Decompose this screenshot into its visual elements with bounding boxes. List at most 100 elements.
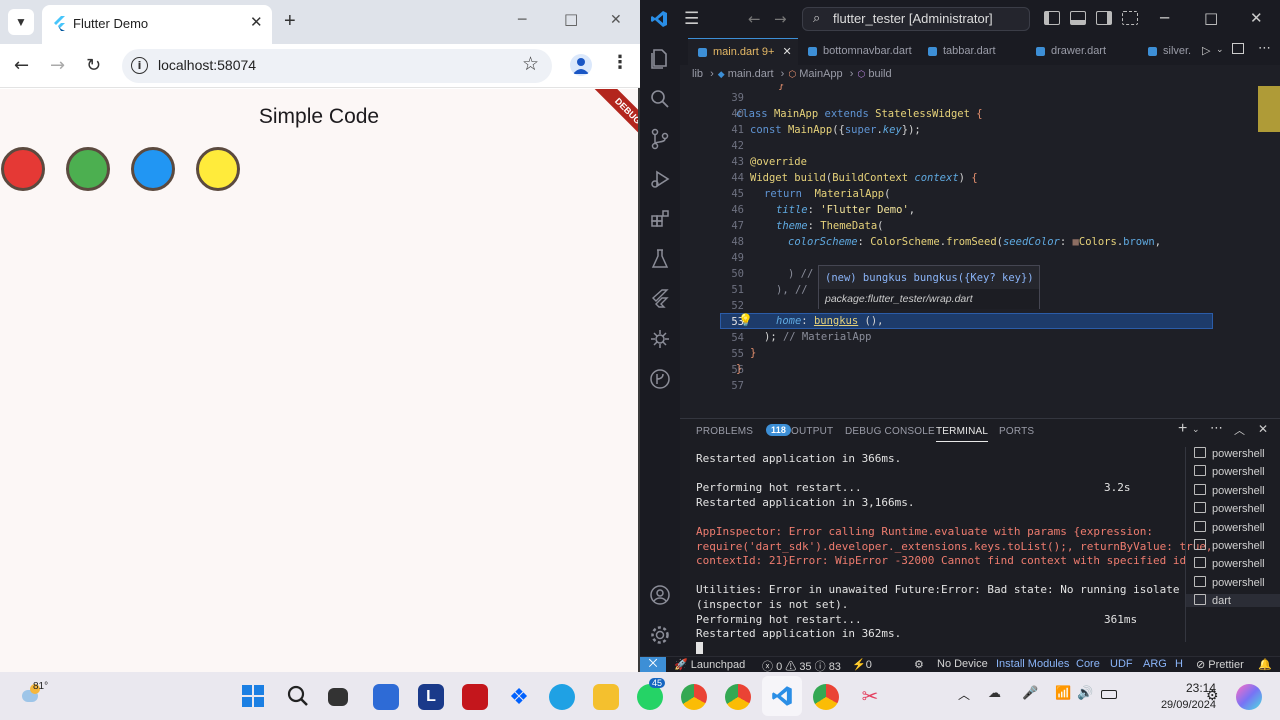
h-status[interactable]: H [1175,658,1183,670]
breadcrumb-method[interactable]: build [868,68,891,80]
terminal-list-item[interactable]: powershell [1194,576,1265,589]
core-status[interactable]: Core [1076,658,1100,670]
chrome-icon[interactable] [725,684,751,710]
vscode-maximize-button[interactable]: □ [1204,9,1218,27]
run-icon[interactable]: ▷ [1202,44,1210,57]
close-panel-icon[interactable]: ✕ [1258,422,1268,436]
breadcrumb-file[interactable]: main.dart [728,68,774,80]
panel-tab-ports[interactable]: PORTS [999,426,1034,437]
toggle-secondary-sidebar-icon[interactable] [1096,11,1112,25]
remote-indicator-icon[interactable]: ⨉ [640,657,666,673]
terminal-list-item[interactable]: powershell [1194,484,1265,497]
breadcrumb-class[interactable]: MainApp [799,68,842,80]
terminal-list-item[interactable]: powershell [1194,521,1265,534]
settings-icon[interactable]: ⚙ [1206,687,1219,704]
terminal-dropdown-icon[interactable]: ⌄ [1192,424,1200,435]
edge-icon[interactable] [549,684,575,710]
settings-gear-icon[interactable] [649,624,671,646]
git-graph-icon[interactable] [649,368,671,390]
browser-menu-icon[interactable]: ⋮ [611,52,629,73]
split-editor-icon[interactable] [1232,43,1244,54]
install-modules-status[interactable]: Install Modules [996,658,1069,670]
extensions-icon[interactable] [649,208,671,230]
tab-tabbar-dart[interactable]: tabbar.dart [928,38,996,65]
explorer-icon[interactable] [649,48,671,70]
panel-more-icon[interactable]: ⋯ [1210,421,1223,436]
battery-icon[interactable] [1101,690,1117,699]
flutter-status-icon[interactable]: ⚙ [914,658,924,671]
search-icon[interactable] [287,685,309,707]
terminal-list-item[interactable]: powershell [1194,539,1265,552]
terminal-list-item[interactable]: dart [1186,594,1280,608]
maximize-button[interactable]: □ [564,10,578,28]
windows-start-icon[interactable] [242,685,264,707]
chrome-icon-2[interactable] [813,684,839,710]
tab-search-button[interactable]: ▼ [8,9,34,35]
breadcrumb-lib[interactable]: lib [692,68,703,80]
snipping-tool-icon[interactable]: ✂ [857,684,883,710]
minimap[interactable] [1258,86,1280,132]
profile-avatar[interactable] [570,54,592,76]
dropbox-icon[interactable]: ❖ [506,684,532,710]
gear-extension-icon[interactable] [649,328,671,350]
minimize-button[interactable]: ─ [518,12,526,28]
nav-back-icon[interactable]: ← [748,10,761,28]
wifi-icon[interactable]: 📶 [1055,685,1071,701]
arg-status[interactable]: ARG [1143,658,1167,670]
site-info-icon[interactable]: i [131,57,148,74]
panel-tab-output[interactable]: OUTPUT [791,426,833,437]
microphone-icon[interactable]: 🎤 [1022,685,1038,701]
search-icon[interactable] [649,88,671,110]
show-hidden-icons[interactable]: ︿ [958,686,970,703]
run-debug-icon[interactable] [649,168,671,190]
whatsapp-icon[interactable]: 45 [637,678,666,710]
copilot-icon[interactable] [1236,684,1262,710]
udf-status[interactable]: UDF [1110,658,1133,670]
source-control-icon[interactable] [649,128,671,150]
toggle-sidebar-icon[interactable] [1044,11,1060,25]
customize-layout-icon[interactable] [1122,11,1138,25]
toggle-panel-icon[interactable] [1070,11,1086,25]
l-app-icon[interactable]: L [418,684,444,710]
vscode-minimize-button[interactable]: ─ [1160,9,1169,27]
testing-icon[interactable] [649,248,671,270]
run-dropdown-icon[interactable]: ⌄ [1216,44,1224,55]
back-button[interactable]: ← [14,55,29,76]
new-tab-button[interactable]: + [284,10,296,33]
close-window-button[interactable]: ✕ [610,12,622,28]
command-center[interactable]: ⌕ flutter_tester [Administrator] [802,7,1030,31]
file-explorer-icon[interactable] [593,684,619,710]
flutter-icon[interactable] [649,288,671,310]
clock-date[interactable]: 29/09/2024 [1136,699,1216,711]
tab-drawer-dart[interactable]: drawer.dart [1036,38,1106,65]
account-icon[interactable] [649,584,671,606]
ports-status[interactable]: ⚡0 [852,658,872,671]
terminal-list-item[interactable]: powershell [1194,557,1265,570]
tab-bottomnavbar-dart[interactable]: bottomnavbar.dart [808,38,912,65]
tab-silver-dart[interactable]: silver. [1148,38,1191,65]
panel-tab-debug-console[interactable]: DEBUG CONSOLE [845,426,935,437]
onedrive-icon[interactable]: ☁ [988,685,1001,701]
terminal-list-item[interactable]: powershell [1194,447,1265,460]
panel-tab-terminal[interactable]: TERMINAL [936,426,989,442]
code-editor[interactable]: 39 40 41 42 43 44 45 46 47 48 49 50 51 52 53 54 55 56 57 }… [680,84,1280,414]
more-actions-icon[interactable]: ⋯ [1258,41,1271,56]
tab-main-dart[interactable]: main.dart 9+ ✕ [688,38,798,65]
lightbulb-icon[interactable]: 💡 [738,313,753,327]
address-bar[interactable]: i localhost:58074 ☆ [122,49,552,83]
maximize-panel-icon[interactable]: ︿ [1234,422,1245,438]
browser-tab[interactable]: Flutter Demo ✕ [42,5,272,44]
nav-forward-icon[interactable]: → [774,10,787,28]
terminal-list-item[interactable]: powershell [1194,502,1265,515]
vscode-taskbar-button[interactable] [762,676,802,716]
panel-tab-problems[interactable]: PROBLEMS 118 [696,424,792,437]
notifications-bell-icon[interactable]: 🔔 [1258,658,1272,671]
prettier-status[interactable]: ⊘ Prettier [1196,658,1244,671]
chrome-profile-icon[interactable] [681,684,707,710]
device-status[interactable]: No Device [937,658,988,670]
bookmark-star-icon[interactable]: ☆ [522,53,539,75]
task-view-icon[interactable] [328,688,348,706]
tab-close-icon[interactable]: ✕ [250,13,263,31]
microsoft-store-icon[interactable] [373,684,399,710]
mcafee-icon[interactable] [462,684,488,710]
